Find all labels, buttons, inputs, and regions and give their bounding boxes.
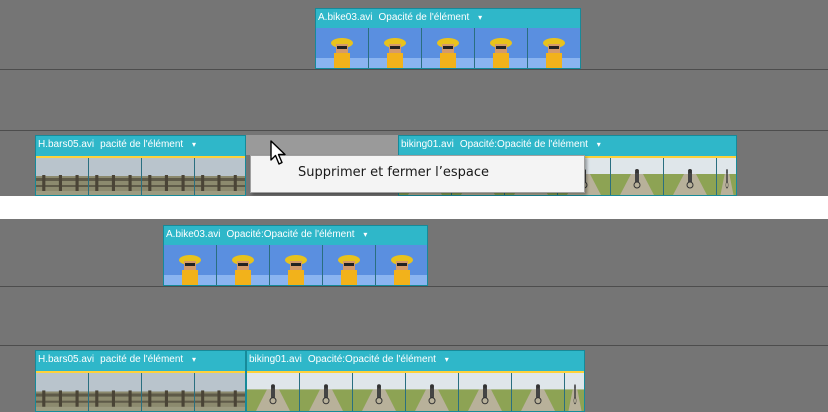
timeline-gap-selection[interactable]	[246, 135, 398, 155]
clip-thumbnails	[247, 373, 584, 411]
clip-name: biking01.avi	[401, 139, 454, 150]
chevron-down-icon[interactable]: ▾	[192, 355, 196, 364]
clip-thumbnails	[316, 28, 580, 68]
clip-bike03[interactable]: A.bike03.avi Opacité de l'élément ▾	[315, 8, 581, 69]
video-thumbnail	[217, 245, 270, 285]
video-thumbnail	[528, 28, 580, 68]
chevron-down-icon[interactable]: ▾	[192, 140, 196, 149]
video-thumbnail	[195, 373, 245, 411]
clip-thumbnails	[36, 373, 245, 411]
track-divider	[0, 345, 828, 346]
video-thumbnail	[664, 158, 717, 195]
video-thumbnail	[376, 245, 427, 285]
video-thumbnail	[247, 373, 300, 411]
video-thumbnail	[406, 373, 459, 411]
opacity-effect-label[interactable]: Opacité:Opacité de l'élément	[460, 139, 588, 150]
chevron-down-icon[interactable]: ▾	[445, 355, 449, 364]
clip-header: H.bars05.avi pacité de l'élément ▾	[36, 136, 202, 153]
clip-header: biking01.avi Opacité:Opacité de l'élément…	[247, 351, 455, 368]
opacity-effect-label[interactable]: pacité de l'élément	[100, 354, 183, 365]
opacity-effect-label[interactable]: Opacité:Opacité de l'élément	[226, 229, 354, 240]
chevron-down-icon[interactable]: ▾	[597, 140, 601, 149]
timeline-after: A.bike03.avi Opacité:Opacité de l'élément…	[0, 219, 828, 412]
opacity-effect-label[interactable]: Opacité de l'élément	[378, 12, 469, 23]
clip-name: A.bike03.avi	[166, 229, 221, 240]
opacity-effect-label[interactable]: pacité de l'élément	[100, 139, 183, 150]
video-thumbnail	[270, 245, 323, 285]
clip-name: H.bars05.avi	[38, 354, 95, 365]
video-thumbnail	[142, 158, 195, 195]
chevron-down-icon[interactable]: ▾	[363, 230, 367, 239]
track-divider	[0, 69, 828, 70]
clip-header: A.bike03.avi Opacité de l'élément ▾	[316, 9, 488, 26]
clip-bars05[interactable]: H.bars05.avi pacité de l'élément ▾	[35, 350, 246, 412]
clip-thumbnails	[36, 158, 245, 195]
video-thumbnail	[300, 373, 353, 411]
video-thumbnail	[611, 158, 664, 195]
video-thumbnail	[512, 373, 565, 411]
video-thumbnail	[475, 28, 528, 68]
video-thumbnail	[323, 245, 376, 285]
clip-bike03[interactable]: A.bike03.avi Opacité:Opacité de l'élément…	[163, 225, 428, 286]
video-thumbnail	[36, 373, 89, 411]
video-thumbnail	[422, 28, 475, 68]
clip-header: biking01.avi Opacité:Opacité de l'élément…	[399, 136, 607, 153]
menu-item-ripple-delete[interactable]: Supprimer et fermer l’espace	[251, 156, 584, 192]
opacity-effect-label[interactable]: Opacité:Opacité de l'élément	[308, 354, 436, 365]
video-thumbnail	[459, 373, 512, 411]
video-thumbnail	[195, 158, 245, 195]
video-thumbnail	[369, 28, 422, 68]
video-thumbnail	[353, 373, 406, 411]
clip-bars05[interactable]: H.bars05.avi pacité de l'élément ▾	[35, 135, 246, 196]
track-divider	[0, 286, 828, 287]
video-thumbnail	[36, 158, 89, 195]
clip-name: H.bars05.avi	[38, 139, 95, 150]
mouse-pointer-icon	[270, 140, 286, 165]
clip-name: A.bike03.avi	[318, 12, 373, 23]
clip-biking01[interactable]: biking01.avi Opacité:Opacité de l'élément…	[246, 350, 585, 412]
video-thumbnail	[89, 158, 142, 195]
timeline-before: A.bike03.avi Opacité de l'élément ▾ H.bar…	[0, 0, 828, 196]
video-thumbnail	[717, 158, 736, 195]
video-thumbnail	[316, 28, 369, 68]
video-thumbnail	[164, 245, 217, 285]
video-thumbnail	[89, 373, 142, 411]
video-thumbnail	[142, 373, 195, 411]
context-menu: Supprimer et fermer l’espace	[250, 155, 585, 193]
clip-header: H.bars05.avi pacité de l'élément ▾	[36, 351, 202, 368]
video-thumbnail	[565, 373, 584, 411]
track-divider	[0, 130, 828, 131]
clip-thumbnails	[164, 245, 427, 285]
clip-header: A.bike03.avi Opacité:Opacité de l'élément…	[164, 226, 373, 243]
clip-name: biking01.avi	[249, 354, 302, 365]
chevron-down-icon[interactable]: ▾	[478, 13, 482, 22]
